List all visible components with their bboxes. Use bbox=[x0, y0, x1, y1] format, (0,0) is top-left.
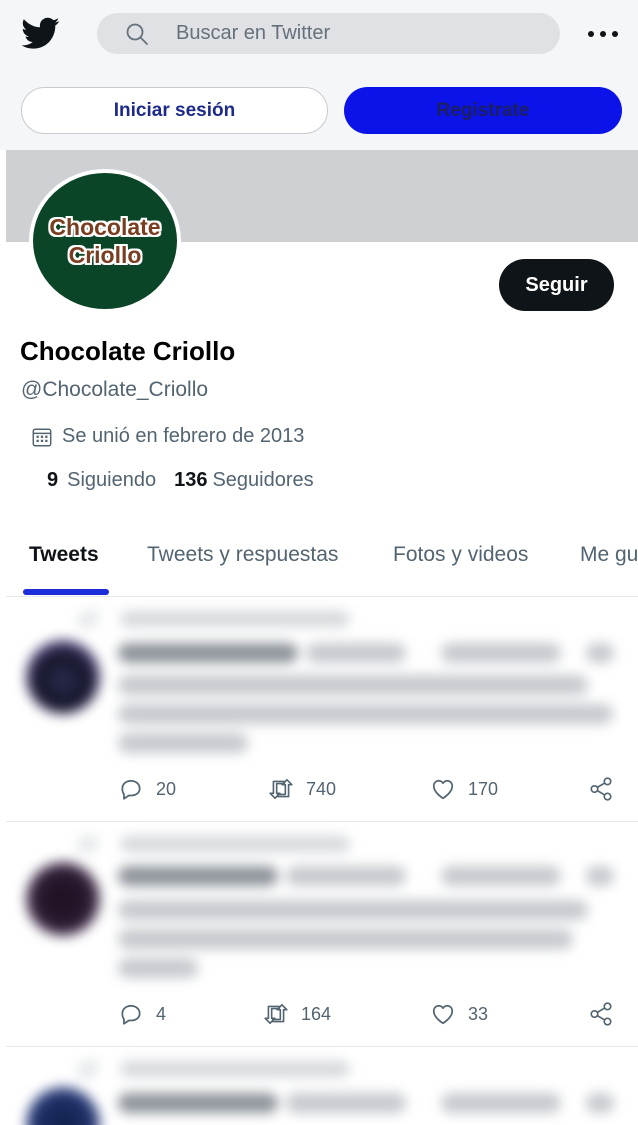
tweet-item[interactable] bbox=[6, 1047, 638, 1125]
follow-button[interactable]: Seguir bbox=[499, 259, 614, 311]
like-icon bbox=[432, 1004, 454, 1025]
profile-name: Chocolate Criollo bbox=[20, 336, 236, 366]
profile-handle: @Chocolate_Criollo bbox=[21, 378, 209, 401]
retweet-icon bbox=[269, 778, 293, 800]
following-label[interactable]: Siguiendo bbox=[67, 469, 156, 492]
like-count: 33 bbox=[468, 1003, 489, 1024]
twitter-bird-icon[interactable] bbox=[22, 14, 60, 52]
join-date: Se unió en febrero de 2013 bbox=[31, 425, 304, 448]
avatar-logo-line2: Criollo bbox=[68, 242, 142, 268]
reply-count: 20 bbox=[156, 778, 177, 799]
login-button[interactable]: Iniciar sesión bbox=[21, 87, 328, 134]
retweet-button[interactable]: 164 bbox=[263, 1001, 331, 1027]
register-button[interactable]: Registrate bbox=[344, 87, 622, 134]
retweet-count: 164 bbox=[301, 1003, 332, 1024]
profile-avatar[interactable]: Chocolate Criollo bbox=[29, 169, 181, 313]
like-button[interactable]: 170 bbox=[430, 776, 498, 802]
tab-likes[interactable]: Me gu bbox=[580, 543, 638, 567]
search-bar[interactable] bbox=[97, 13, 560, 54]
share-icon bbox=[590, 1002, 612, 1026]
tweet-item[interactable]: 20 740 170 bbox=[6, 597, 638, 822]
reply-icon bbox=[121, 1005, 141, 1025]
tweet-actions: 4 164 33 bbox=[118, 1001, 618, 1029]
tab-media[interactable]: Fotos y videos bbox=[393, 543, 528, 567]
follow-stats: 9 Siguiendo 136 Seguidores bbox=[47, 469, 314, 492]
search-icon bbox=[126, 23, 148, 45]
retweet-button[interactable]: 740 bbox=[268, 776, 336, 802]
tweet-actions: 20 740 170 bbox=[118, 776, 618, 804]
like-icon bbox=[432, 779, 454, 800]
followers-label[interactable]: Seguidores bbox=[212, 469, 313, 492]
following-count[interactable]: 9 bbox=[47, 469, 58, 492]
tab-tweets[interactable]: Tweets bbox=[29, 543, 99, 567]
top-header: Iniciar sesión Registrate bbox=[0, 0, 638, 150]
avatar-logo-line1: Chocolate bbox=[49, 214, 161, 240]
like-count: 170 bbox=[468, 778, 499, 799]
share-button[interactable] bbox=[588, 1001, 614, 1032]
active-tab-indicator bbox=[23, 589, 109, 595]
tweet-item[interactable]: 4 164 33 bbox=[6, 822, 638, 1047]
like-button[interactable]: 33 bbox=[430, 1001, 488, 1027]
retweet-count: 740 bbox=[306, 778, 337, 799]
reply-button[interactable]: 4 bbox=[118, 1001, 166, 1027]
reply-count: 4 bbox=[156, 1003, 167, 1024]
more-icon[interactable] bbox=[588, 22, 618, 46]
join-date-text: Se unió en febrero de 2013 bbox=[62, 425, 305, 447]
share-button[interactable] bbox=[588, 776, 614, 807]
retweet-icon bbox=[264, 1003, 288, 1025]
reply-button[interactable]: 20 bbox=[118, 776, 176, 802]
reply-icon bbox=[121, 780, 141, 800]
search-input[interactable] bbox=[176, 22, 506, 45]
tab-tweets-replies[interactable]: Tweets y respuestas bbox=[147, 543, 338, 567]
share-icon bbox=[590, 777, 612, 801]
followers-count[interactable]: 136 bbox=[174, 469, 207, 492]
calendar-icon bbox=[32, 427, 52, 446]
